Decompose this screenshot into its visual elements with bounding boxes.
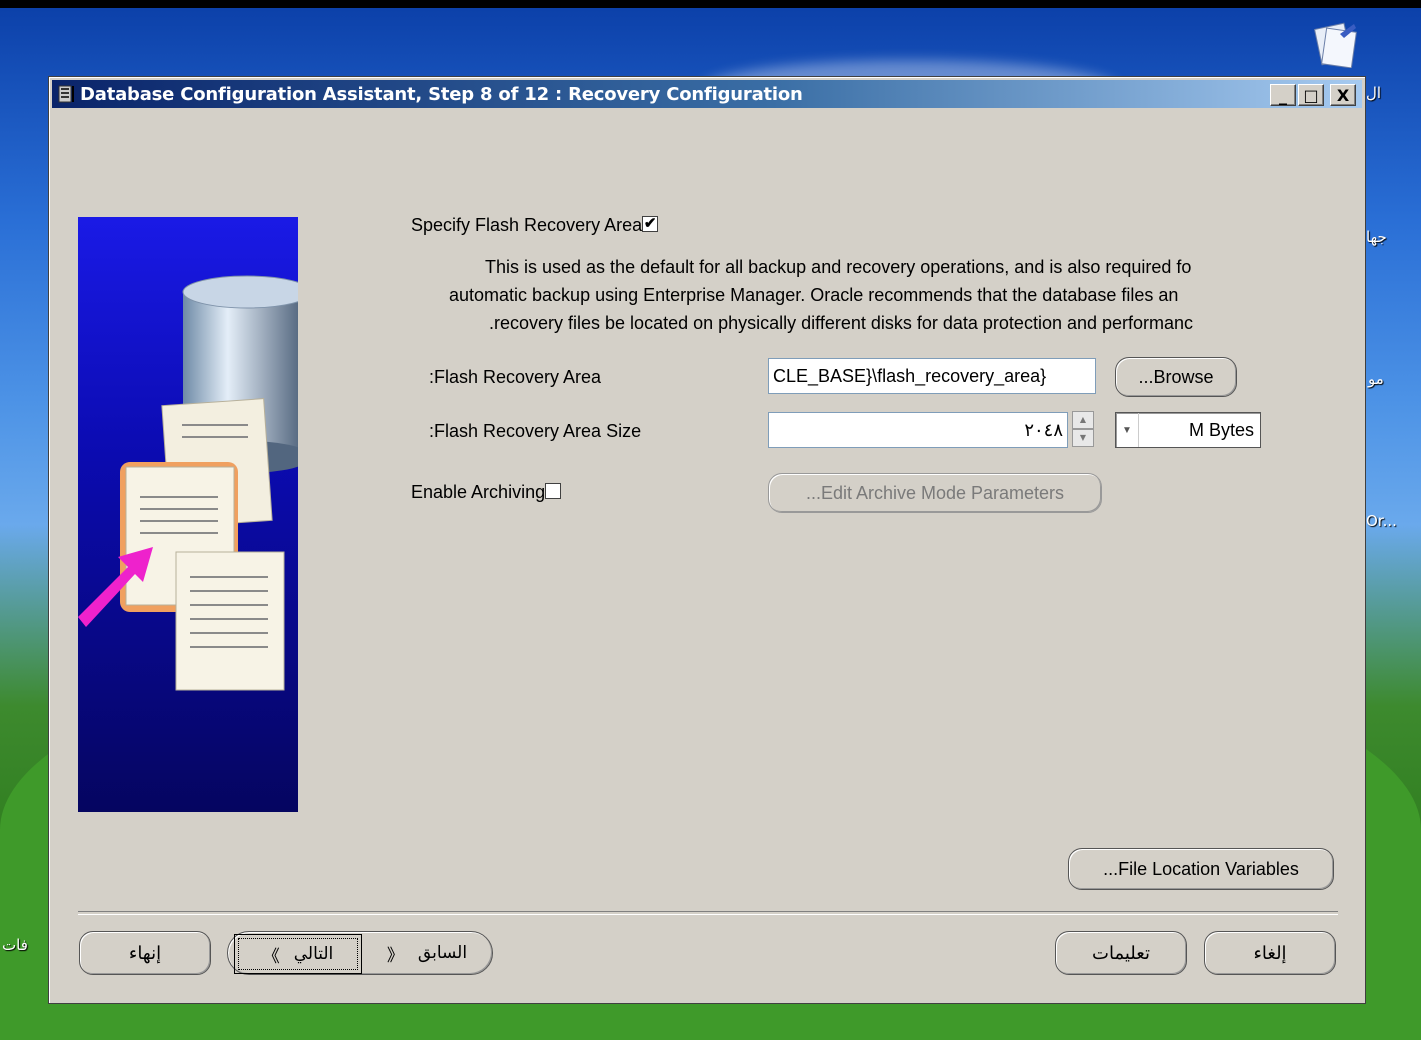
- enable-archiving-label: Enable Archiving: [411, 482, 546, 502]
- next-button[interactable]: 《 التالي: [234, 934, 362, 974]
- database-documents-illustration-icon: [78, 275, 298, 691]
- specify-flash-row: Specify Flash Recovery Area ✔: [411, 215, 659, 236]
- spinner-up-icon[interactable]: ▲: [1072, 411, 1094, 429]
- close-button[interactable]: X: [1330, 84, 1356, 106]
- desktop-shortcut-icon[interactable]: [1310, 20, 1362, 68]
- flash-size-input[interactable]: ٢٠٤٨: [768, 412, 1068, 448]
- footer-separator: [78, 911, 1338, 915]
- file-location-variables-button[interactable]: ...File Location Variables: [1068, 848, 1334, 890]
- flash-size-label: :Flash Recovery Area Size: [429, 421, 642, 441]
- flash-area-label: :Flash Recovery Area: [429, 367, 602, 387]
- browse-button[interactable]: ...Browse: [1115, 357, 1237, 397]
- desktop-icon-label[interactable]: جها: [1366, 228, 1387, 246]
- focus-outline: [238, 938, 358, 970]
- specify-flash-label: Specify Flash Recovery Area: [411, 215, 643, 235]
- spinner-down-icon[interactable]: ▼: [1072, 429, 1094, 447]
- desktop-icon-label[interactable]: فات: [2, 936, 28, 954]
- database-app-icon: [58, 85, 74, 103]
- enable-archiving-checkbox[interactable]: [545, 483, 562, 500]
- desktop-icon-label[interactable]: ال: [1366, 84, 1381, 102]
- description-line: This is used as the default for all back…: [485, 257, 1192, 277]
- chevron-right-icon: 》: [386, 945, 404, 966]
- back-button-label: السابق: [417, 943, 468, 963]
- chevron-down-icon[interactable]: ▼: [1116, 413, 1139, 447]
- description-line: .recovery files be located on physically…: [489, 313, 1194, 333]
- desktop-icon-label[interactable]: Or...: [1366, 512, 1397, 530]
- archiving-row: Enable Archiving: [411, 482, 562, 503]
- specify-flash-checkbox[interactable]: ✔: [642, 216, 659, 233]
- desktop-top-border: [0, 0, 1421, 8]
- flash-size-spinner[interactable]: ▲ ▼: [1072, 411, 1094, 449]
- cancel-button[interactable]: إلغاء: [1204, 931, 1336, 975]
- minimize-button[interactable]: _: [1270, 84, 1296, 106]
- help-button[interactable]: تعليمات: [1055, 931, 1187, 975]
- title-bar[interactable]: Database Configuration Assistant, Step 8…: [52, 80, 1362, 108]
- window-title: Database Configuration Assistant, Step 8…: [80, 83, 803, 105]
- flash-area-input[interactable]: CLE_BASE}\flash_recovery_area}: [768, 358, 1096, 394]
- dca-window: Database Configuration Assistant, Step 8…: [48, 76, 1366, 1004]
- navigation-button-group: 《 التالي 》 السابق: [227, 931, 493, 975]
- size-unit-value: M Bytes: [1188, 419, 1254, 440]
- maximize-button[interactable]: □: [1298, 84, 1324, 106]
- desktop-icon-label[interactable]: مو: [1368, 370, 1384, 388]
- description-line: automatic backup using Enterprise Manage…: [449, 285, 1179, 305]
- finish-button[interactable]: إنهاء: [79, 931, 211, 975]
- recovery-illustration: [78, 217, 298, 812]
- size-unit-dropdown[interactable]: ▼ M Bytes: [1115, 412, 1261, 448]
- back-button[interactable]: 》 السابق: [362, 932, 492, 974]
- edit-archive-params-button[interactable]: ...Edit Archive Mode Parameters: [768, 473, 1102, 513]
